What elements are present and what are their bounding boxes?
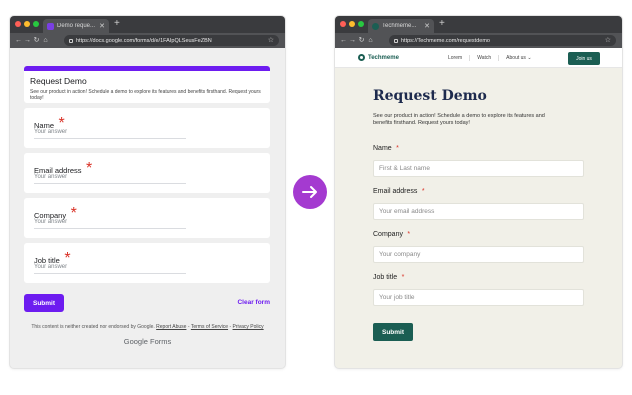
required-marker: *: [421, 188, 425, 195]
home-icon[interactable]: ⌂: [366, 37, 375, 44]
question-card-name: Name * Your answer: [24, 108, 270, 148]
form-header-card: Request Demo See our product in action! …: [24, 66, 270, 103]
required-marker: *: [407, 231, 411, 238]
privacy-link[interactable]: Privacy Policy: [233, 324, 264, 330]
maximize-window-button[interactable]: [33, 21, 39, 27]
company-field: Company * Your company: [373, 223, 585, 263]
reload-icon[interactable]: ↻: [357, 37, 366, 44]
field-label: Job title: [373, 274, 398, 281]
home-icon[interactable]: ⌂: [41, 37, 50, 44]
form-title: Request Demo: [30, 76, 87, 86]
job-title-answer-input[interactable]: Your answer: [34, 264, 186, 274]
forms-favicon-icon: [47, 22, 54, 30]
close-window-button[interactable]: [15, 21, 21, 27]
nav-item-watch[interactable]: Watch: [469, 55, 498, 61]
arrow-left-icon[interactable]: ←: [339, 37, 348, 44]
browser-toolbar: ← → ↻ ⌂ https://docs.google.com/forms/d/…: [10, 33, 285, 48]
address-bar[interactable]: https://Techmeme.com/requestdemo ☆: [389, 35, 616, 46]
arrow-right-icon[interactable]: →: [23, 37, 32, 44]
close-icon[interactable]: ✕: [99, 23, 105, 30]
plus-icon[interactable]: +: [114, 18, 120, 30]
tab-title: Demo reque...: [57, 23, 96, 29]
google-forms-brand: Google Forms: [123, 337, 172, 346]
name-input[interactable]: First & Last name: [373, 160, 584, 177]
tab-bar: Demo reque... ✕ +: [10, 16, 285, 33]
close-window-button[interactable]: [340, 21, 346, 27]
browser-tab[interactable]: Techmeme... ✕: [368, 19, 434, 33]
email-field: Email address * Your email address: [373, 180, 585, 220]
logo-text: Techmeme: [368, 54, 399, 61]
page-description: See our product in action! Schedule a de…: [373, 113, 545, 126]
email-answer-input[interactable]: Your answer: [34, 174, 186, 184]
company-input[interactable]: Your company: [373, 246, 584, 263]
arrow-right-icon[interactable]: →: [348, 37, 357, 44]
techmeme-browser-window: Techmeme... ✕ + ← → ↻ ⌂ https://Techmeme…: [335, 16, 622, 368]
arrow-right-circle-icon: [293, 175, 327, 209]
page-title: Request Demo: [373, 88, 487, 104]
question-card-job-title: Job title * Your answer: [24, 243, 270, 283]
google-form: Request Demo See our product in action! …: [24, 66, 270, 283]
techmeme-favicon-icon: [372, 22, 379, 30]
star-icon[interactable]: ☆: [605, 37, 611, 44]
site-nav: Lorem Watch About us ⌄: [441, 55, 539, 61]
arrow-right-icon: [302, 186, 317, 198]
name-field: Name * First & Last name: [373, 137, 585, 177]
chevron-down-icon: ⌄: [527, 55, 532, 61]
google-form-browser-window: Demo reque... ✕ + ← → ↻ ⌂ https://docs.g…: [10, 16, 285, 368]
disclaimer-text: This content is neither created nor endo…: [31, 324, 155, 330]
separator: -: [229, 324, 232, 330]
terms-link[interactable]: Terms of Service: [191, 324, 228, 330]
address-bar[interactable]: https://docs.google.com/forms/d/e/1FAIpQ…: [64, 35, 279, 46]
browser-toolbar: ← → ↻ ⌂ https://Techmeme.com/requestdemo…: [335, 33, 622, 48]
minimize-window-button[interactable]: [24, 21, 30, 27]
company-answer-input[interactable]: Your answer: [34, 219, 186, 229]
window-controls: [340, 21, 364, 27]
tab-bar: Techmeme... ✕ +: [335, 16, 622, 33]
job-title-input[interactable]: Your job title: [373, 289, 584, 306]
name-answer-input[interactable]: Your answer: [34, 129, 186, 139]
job-title-field: Job title * Your job title: [373, 266, 585, 306]
tab-title: Techmeme...: [382, 23, 417, 29]
lock-icon: [394, 39, 398, 43]
form-footer: This content is neither created nor endo…: [10, 324, 285, 330]
lock-icon: [69, 39, 73, 43]
nav-item-lorem[interactable]: Lorem: [441, 55, 469, 61]
question-card-email: Email address * Your answer: [24, 153, 270, 193]
techmeme-demo-form: Request Demo See our product in action! …: [373, 88, 585, 341]
nav-item-about-label: About us: [506, 55, 526, 61]
site-header: Techmeme Lorem Watch About us ⌄ Join us: [335, 48, 622, 68]
reload-icon[interactable]: ↻: [32, 37, 41, 44]
maximize-window-button[interactable]: [358, 21, 364, 27]
field-label: Company: [373, 231, 403, 238]
logo-icon: [358, 54, 365, 61]
minimize-window-button[interactable]: [349, 21, 355, 27]
field-label: Email address: [373, 188, 418, 195]
submit-button[interactable]: Submit: [24, 294, 64, 312]
clear-form-button[interactable]: Clear form: [237, 299, 270, 306]
join-us-button[interactable]: Join us: [568, 52, 600, 65]
plus-icon[interactable]: +: [439, 18, 445, 30]
question-card-company: Company * Your answer: [24, 198, 270, 238]
required-marker: *: [396, 145, 399, 152]
form-description: See our product in action! Schedule a de…: [30, 89, 261, 101]
star-icon[interactable]: ☆: [268, 37, 274, 44]
url-text: https://Techmeme.com/requestdemo: [401, 37, 490, 44]
form-actions: Submit Clear form: [24, 294, 270, 312]
close-icon[interactable]: ✕: [424, 23, 430, 30]
separator: -: [187, 324, 190, 330]
report-abuse-link[interactable]: Report Abuse: [156, 324, 186, 330]
required-marker: *: [401, 274, 405, 281]
field-label: Name: [373, 145, 392, 152]
nav-item-about[interactable]: About us ⌄: [498, 55, 538, 61]
window-controls: [15, 21, 39, 27]
arrow-left-icon[interactable]: ←: [14, 37, 23, 44]
submit-button[interactable]: Submit: [373, 323, 413, 341]
site-logo[interactable]: Techmeme: [358, 54, 399, 61]
browser-tab[interactable]: Demo reque... ✕: [43, 19, 109, 33]
url-text: https://docs.google.com/forms/d/e/1FAIpQ…: [76, 37, 212, 44]
email-input[interactable]: Your email address: [373, 203, 584, 220]
